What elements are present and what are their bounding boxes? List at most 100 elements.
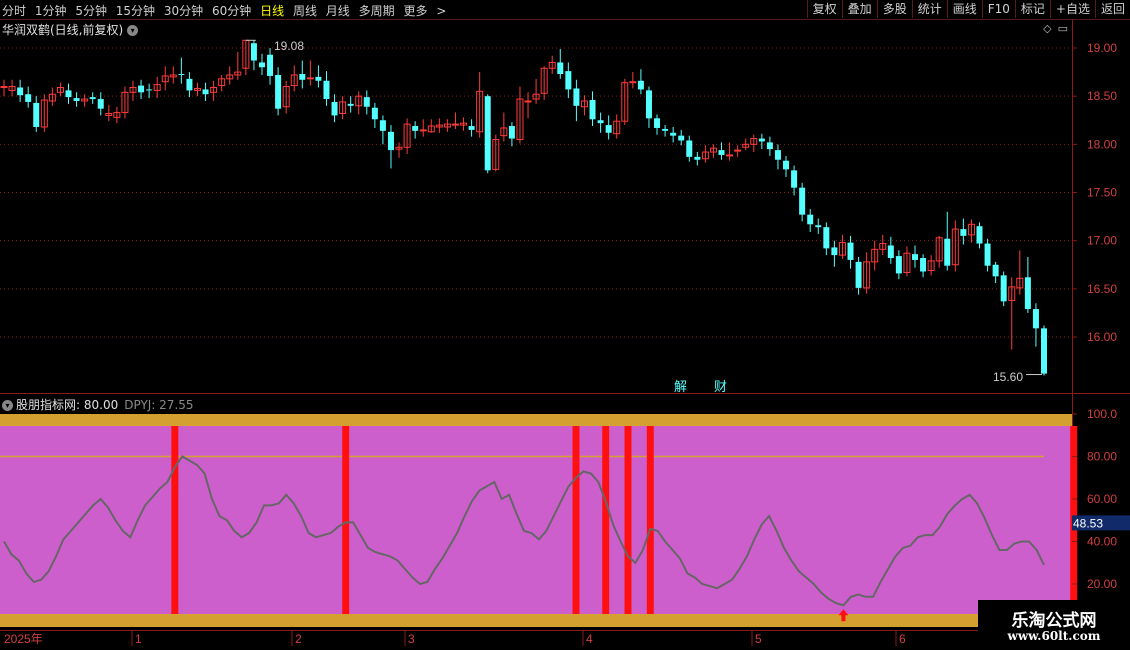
indicator-tick-label: 80.00 [1087,450,1117,464]
candle-body [315,76,322,81]
indicator-tick-label: 20.00 [1087,577,1117,591]
candle-body [1041,328,1047,374]
candle-body [645,90,652,119]
candle-body [637,80,644,90]
candle-body [686,140,693,157]
candle-body [694,156,701,160]
candle-body [847,242,854,260]
candle-body [557,62,564,75]
candle-body [323,80,330,100]
candle-body [629,81,637,84]
indicator-dpyj: DPYJ: 27.55 [124,398,194,412]
candle-body [807,214,814,225]
price-tick-label: 18.00 [1087,137,1117,151]
date-axis: 2025年 1 2 3 4 5 6 [4,631,906,646]
candle-body [17,87,24,96]
candle-body [589,100,596,120]
candle-body [912,254,919,260]
candle-body [33,102,40,127]
date-month-label: 4 [586,632,593,646]
indicator-name: 股朋指标网 [16,398,77,412]
price-tick-label: 18.50 [1087,89,1117,103]
event-badges: 解 财 [672,378,728,395]
candle-body [791,170,798,188]
candle-body [920,258,927,272]
date-month-label: 3 [408,632,415,646]
candle-body [774,150,781,160]
low-price-label: 15.60 [993,370,1023,384]
candle-body [960,229,967,236]
candle-body [799,187,806,215]
signal-bar [624,426,632,614]
signal-bar [572,426,580,614]
candle-body [992,264,999,277]
price-axis: 19.00 18.50 18.00 17.50 17.00 16.50 16.00 [1072,41,1117,344]
candle-body [371,107,378,120]
candle-body [734,149,742,152]
watermark: 乐淘公式网 www.60lt.com [978,600,1130,650]
date-month-label: 1 [135,632,142,646]
candle-body [379,120,386,131]
candle-body [944,238,951,266]
candle-body [412,126,419,131]
candle-body [347,103,354,106]
candle-body [186,78,193,91]
candle-body [65,90,72,98]
candle-body [984,243,991,266]
indicator-tick-label: 40.00 [1087,535,1117,549]
candle-body [831,247,838,256]
candle-body [662,128,669,131]
candle-body [97,99,104,109]
candle-body [258,62,265,68]
chevron-down-icon[interactable]: ▾ [2,400,13,411]
candle-body [508,126,515,139]
current-value-label: 48.53 [1073,516,1103,530]
signal-bar [602,426,610,614]
candle-body [565,71,572,90]
kline-chart[interactable]: 19.00 18.50 18.00 17.50 17.00 16.50 16.00 19.0… [0,0,1130,650]
candle-body [783,160,790,170]
candle-body [895,256,902,274]
watermark-title: 乐淘公式网 [1011,611,1097,631]
candle-body [1024,277,1031,310]
indicator-panel [0,414,1078,627]
candle-body [1000,275,1007,302]
side-info-strip [1122,22,1130,632]
candle-body [387,131,394,151]
candle-body [468,126,475,130]
date-month-label: 5 [755,632,762,646]
candle-body [202,89,209,95]
candle-body [887,245,894,259]
price-tick-label: 16.50 [1087,282,1117,296]
watermark-url: www.60lt.com [1007,629,1101,643]
price-tick-label: 16.00 [1087,330,1117,344]
indicator-tick-label: 100.0 [1087,407,1117,421]
signal-bar [342,426,350,614]
candle-body [823,227,830,249]
candle-body [331,101,338,116]
candle-body [138,85,145,93]
candle-body [89,97,96,100]
indicator-value: : 80.00 [76,398,119,412]
extreme-labels: 19.08 15.60 [245,39,1042,384]
date-month-label: 2 [295,632,302,646]
date-month-label: 6 [899,632,906,646]
candle-body [178,74,185,76]
price-tick-label: 17.00 [1087,234,1117,248]
high-price-label: 19.08 [274,39,304,53]
signal-bar [646,426,654,614]
candle-body [726,154,734,157]
candle-body [275,74,282,109]
candle-body [1032,309,1039,329]
candle-body [976,226,983,244]
candle-body [678,135,685,141]
candle-body [146,89,153,91]
candle-body [73,98,80,101]
candle-body [605,125,612,133]
candle-body [363,97,370,107]
candle-body [267,54,274,76]
price-tick-label: 19.00 [1087,41,1117,55]
badge-jie: 解 [674,380,687,395]
candle-body [524,100,532,103]
candlestick-series [0,39,1047,376]
